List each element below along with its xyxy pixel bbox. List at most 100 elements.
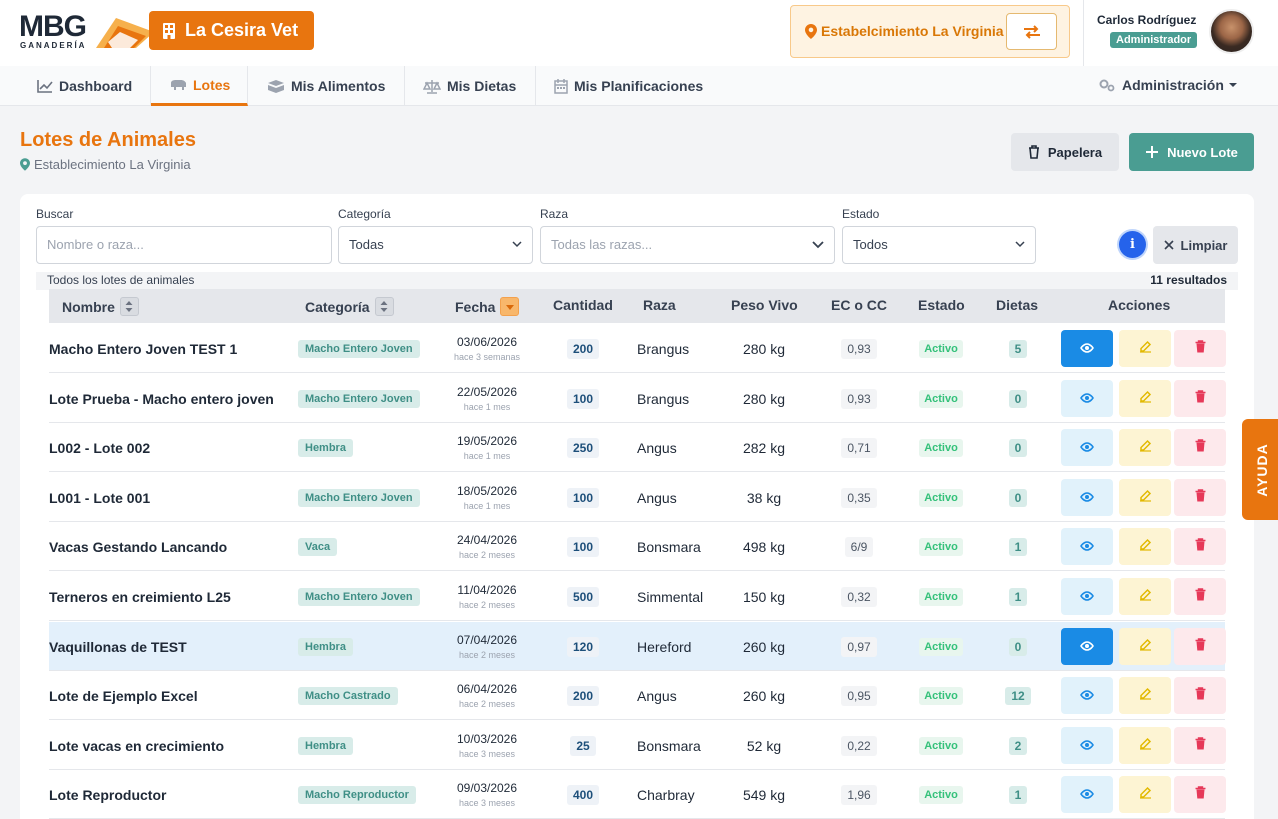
delete-button[interactable]	[1174, 628, 1226, 665]
lote-nombre: Terneros en creimiento L25	[49, 588, 231, 605]
edit-button[interactable]	[1119, 776, 1171, 813]
clinic-button[interactable]: La Cesira Vet	[149, 11, 314, 50]
avatar[interactable]	[1209, 9, 1254, 54]
fecha-date: 11/04/2026	[457, 583, 517, 597]
edit-button[interactable]	[1119, 677, 1171, 714]
trash-icon	[1195, 339, 1206, 358]
view-button[interactable]	[1061, 628, 1113, 665]
edit-button[interactable]	[1119, 727, 1171, 764]
dietas-badge: 1	[1008, 537, 1028, 556]
limpiar-button[interactable]: Limpiar	[1153, 226, 1238, 264]
view-button[interactable]	[1061, 727, 1113, 764]
view-button[interactable]	[1061, 330, 1113, 367]
view-button[interactable]	[1061, 578, 1113, 615]
lote-nombre: Lote vacas en crecimiento	[49, 737, 225, 754]
cantidad-badge: 100	[566, 536, 600, 557]
delete-button[interactable]	[1174, 776, 1226, 813]
info-icon: i	[1130, 237, 1135, 252]
estado-select[interactable]: Todos	[842, 226, 1036, 264]
ec-badge: 0,35	[841, 487, 877, 508]
chevron-down-icon	[812, 241, 824, 249]
nav-dashboard[interactable]: Dashboard	[0, 66, 151, 106]
view-button[interactable]	[1061, 429, 1113, 466]
raza-value: Angus	[637, 489, 677, 506]
view-button[interactable]	[1061, 776, 1113, 813]
th-fecha[interactable]: Fecha	[455, 297, 520, 316]
table-row[interactable]: Vacas Gestando Lancando Vaca 24/04/2026 hac…	[49, 522, 1226, 571]
raza-label: Raza	[540, 207, 569, 221]
view-button[interactable]	[1061, 380, 1113, 417]
edit-button[interactable]	[1119, 429, 1171, 466]
edit-icon	[1139, 538, 1152, 556]
edit-button[interactable]	[1119, 330, 1171, 367]
table-row[interactable]: Lote Prueba - Macho entero joven Macho En…	[49, 374, 1226, 423]
estado-label: Estado	[842, 207, 880, 221]
categoria-badge: Macho Entero Joven	[298, 339, 420, 358]
trash-icon	[1195, 537, 1206, 556]
th-categoria[interactable]: Categoría	[305, 297, 394, 316]
peso-value: 52 kg	[746, 737, 782, 754]
delete-button[interactable]	[1174, 479, 1226, 516]
estado-badge: Activo	[919, 587, 963, 606]
establishment-selector[interactable]: Estabelcimiento La Virginia	[790, 5, 1070, 58]
search-input[interactable]: Nombre o raza...	[36, 226, 332, 264]
table-row[interactable]: Macho Entero Joven TEST 1 Macho Entero Jo…	[49, 324, 1226, 373]
edit-button[interactable]	[1119, 479, 1171, 516]
info-button[interactable]: i	[1119, 231, 1146, 258]
sort-desc-icon[interactable]	[500, 297, 520, 316]
delete-button[interactable]	[1174, 727, 1226, 764]
table-row[interactable]: Lote Reproductor Macho Reproductor 09/03/2…	[49, 770, 1226, 819]
dietas-badge: 0	[1008, 438, 1028, 457]
delete-button[interactable]	[1174, 578, 1226, 615]
mbg-logo[interactable]: MBG GANADERÍA	[19, 10, 154, 52]
table-row[interactable]: Vaquillonas de TEST Hembra 07/04/2026 hace …	[49, 622, 1226, 671]
nuevo-lote-button[interactable]: Nuevo Lote	[1129, 133, 1254, 171]
delete-button[interactable]	[1174, 330, 1226, 367]
dietas-badge: 1	[1008, 785, 1028, 804]
limpiar-label: Limpiar	[1180, 237, 1228, 253]
delete-button[interactable]	[1174, 677, 1226, 714]
raza-select[interactable]: Todas las razas...	[540, 226, 835, 264]
table-row[interactable]: L001 - Lote 001 Macho Entero Joven 18/05/2…	[49, 473, 1226, 522]
edit-button[interactable]	[1119, 628, 1171, 665]
dietas-badge: 0	[1008, 637, 1028, 656]
nav-mis-alimentos[interactable]: Mis Alimentos	[248, 66, 405, 106]
delete-button[interactable]	[1174, 380, 1226, 417]
results-meta-bar	[36, 272, 1238, 290]
table-row[interactable]: L002 - Lote 002 Hembra 19/05/2026 hace 1 me…	[49, 423, 1226, 472]
view-button[interactable]	[1061, 677, 1113, 714]
delete-button[interactable]	[1174, 528, 1226, 565]
sort-icon[interactable]	[374, 297, 394, 316]
edit-button[interactable]	[1119, 380, 1171, 417]
table-row[interactable]: Terneros en creimiento L25 Macho Entero J…	[49, 572, 1226, 621]
categoria-select[interactable]: Todas	[338, 226, 533, 264]
delete-button[interactable]	[1174, 429, 1226, 466]
logo-mark-icon	[96, 18, 154, 48]
view-button[interactable]	[1061, 479, 1113, 516]
lote-nombre: L001 - Lote 001	[49, 489, 151, 506]
scale-icon	[423, 79, 441, 94]
th-nombre[interactable]: Nombre	[62, 297, 139, 316]
cantidad-badge: 25	[570, 735, 596, 756]
edit-button[interactable]	[1119, 578, 1171, 615]
fecha-relative: hace 1 mes	[463, 451, 511, 461]
papelera-button[interactable]: Papelera	[1011, 133, 1119, 171]
switch-establishment-button[interactable]	[1006, 13, 1057, 50]
nav-mis-dietas[interactable]: Mis Dietas	[405, 66, 536, 106]
nav-mis-planificaciones[interactable]: Mis Planificaciones	[536, 66, 726, 106]
papelera-label: Papelera	[1047, 144, 1103, 160]
nav-lotes[interactable]: Lotes	[151, 66, 248, 106]
map-pin-icon	[805, 24, 817, 39]
ayuda-tab[interactable]: AYUDA	[1242, 419, 1278, 520]
raza-value: Brangus	[637, 390, 690, 407]
table-row[interactable]: Lote de Ejemplo Excel Macho Castrado 06/04…	[49, 671, 1226, 720]
edit-icon	[1139, 439, 1152, 457]
table-row[interactable]: Lote vacas en crecimiento Hembra 10/03/202…	[49, 721, 1226, 770]
estado-badge: Activo	[919, 686, 963, 705]
view-button[interactable]	[1061, 528, 1113, 565]
edit-button[interactable]	[1119, 528, 1171, 565]
sort-icon[interactable]	[119, 297, 139, 316]
nav-administracion[interactable]: Administración	[1098, 77, 1238, 93]
ec-badge: 6/9	[844, 536, 874, 557]
ec-badge: 0,93	[841, 338, 877, 359]
